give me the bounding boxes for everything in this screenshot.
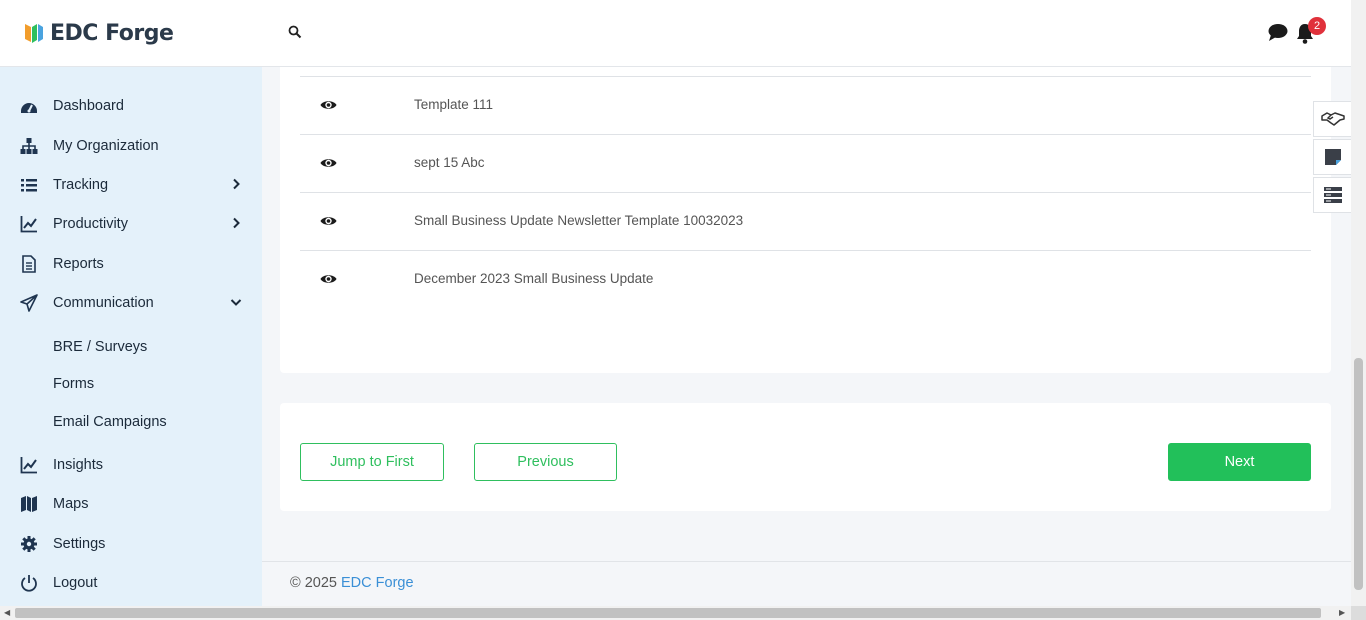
table-row: sept 15 Abc	[300, 134, 1311, 192]
pagination-card: Jump to First Previous Next	[280, 403, 1331, 511]
eye-icon[interactable]	[320, 272, 337, 286]
server-tool-button[interactable]	[1313, 177, 1351, 213]
dashboard-icon	[21, 103, 37, 113]
template-name: Template 111	[414, 97, 494, 112]
sidebar: Dashboard My Organization Tracking Produ…	[0, 67, 262, 606]
sidebar-subitem-forms[interactable]: Forms	[53, 376, 94, 392]
chevron-down-icon	[230, 299, 242, 306]
template-name: December 2023 Small Business Update	[414, 271, 654, 286]
table-row: December 2023 Small Business Update	[300, 250, 1311, 308]
sidebar-item-insights[interactable]: Insights	[20, 453, 248, 477]
sidebar-item-communication[interactable]: Communication	[20, 291, 248, 315]
sidebar-item-tracking[interactable]: Tracking	[20, 173, 248, 197]
org-chart-icon	[20, 138, 38, 154]
scroll-left-arrow-icon[interactable]: ◀	[4, 608, 10, 617]
sidebar-item-settings[interactable]: Settings	[20, 532, 248, 556]
sticky-note-icon	[1324, 149, 1341, 165]
sidebar-subitem-bre-surveys[interactable]: BRE / Surveys	[53, 339, 147, 355]
top-header: EDC Forge 2	[0, 0, 1351, 67]
eye-icon[interactable]	[320, 214, 337, 228]
sidebar-item-label: My Organization	[53, 138, 159, 154]
chevron-right-icon	[233, 217, 240, 229]
sidebar-item-my-organization[interactable]: My Organization	[20, 134, 248, 158]
sidebar-subitem-email-campaigns[interactable]: Email Campaigns	[53, 414, 167, 430]
scroll-right-arrow-icon[interactable]: ▶	[1339, 608, 1345, 617]
sidebar-item-label: Maps	[53, 496, 89, 512]
handshake-icon	[1320, 112, 1345, 126]
template-name: sept 15 Abc	[414, 155, 485, 170]
sidebar-item-label: Logout	[53, 575, 98, 591]
sidebar-item-label: Reports	[53, 256, 104, 272]
handshake-tool-button[interactable]	[1313, 101, 1351, 137]
footer-copyright: © 2025 EDC Forge	[290, 575, 414, 591]
jump-to-first-button[interactable]: Jump to First	[300, 443, 444, 481]
map-icon	[21, 496, 37, 512]
notification-badge: 2	[1308, 17, 1326, 35]
gear-icon	[21, 536, 37, 552]
sidebar-item-label: Dashboard	[53, 98, 124, 114]
logo-mark-icon	[25, 24, 43, 43]
chevron-right-icon	[233, 178, 240, 190]
eye-icon[interactable]	[320, 156, 337, 170]
vertical-scrollbar-thumb[interactable]	[1354, 358, 1363, 590]
brand-logo[interactable]: EDC Forge	[24, 20, 174, 46]
copyright-text: © 2025	[290, 575, 337, 591]
chat-icon[interactable]	[1267, 22, 1289, 42]
sidebar-item-label: Insights	[53, 457, 103, 473]
list-icon	[21, 179, 37, 192]
horizontal-scrollbar-thumb[interactable]	[15, 608, 1321, 618]
sidebar-item-logout[interactable]: Logout	[20, 571, 248, 595]
page-footer: © 2025 EDC Forge	[262, 561, 1351, 606]
sidebar-item-label: Settings	[53, 536, 106, 552]
line-chart-icon	[20, 216, 37, 233]
next-button[interactable]: Next	[1168, 443, 1311, 481]
sidebar-item-label: Productivity	[53, 216, 128, 232]
scrollbar-corner	[1351, 606, 1366, 620]
search-icon[interactable]	[288, 25, 302, 39]
sidebar-item-productivity[interactable]: Productivity	[20, 212, 248, 236]
horizontal-scrollbar[interactable]: ◀ ▶	[0, 606, 1351, 620]
sidebar-item-maps[interactable]: Maps	[20, 492, 248, 516]
brand-name: EDC Forge	[50, 20, 174, 46]
eye-icon[interactable]	[320, 98, 337, 112]
table-row: Template 111	[300, 76, 1311, 134]
table-row: Small Business Update Newsletter Templat…	[300, 192, 1311, 250]
sidebar-item-reports[interactable]: Reports	[20, 252, 248, 276]
sidebar-item-label: Tracking	[53, 177, 109, 193]
previous-button[interactable]: Previous	[474, 443, 617, 481]
sidebar-item-dashboard[interactable]: Dashboard	[20, 94, 248, 118]
power-icon	[21, 575, 37, 592]
footer-brand-link[interactable]: EDC Forge	[341, 575, 414, 591]
document-icon	[22, 255, 36, 273]
template-list-card: Template 111 sept 15 Abc Small Business …	[280, 67, 1331, 373]
server-icon	[1323, 187, 1342, 203]
paper-plane-icon	[20, 294, 38, 312]
line-chart-icon	[20, 457, 37, 474]
sticky-note-tool-button[interactable]	[1313, 139, 1351, 175]
template-name: Small Business Update Newsletter Templat…	[414, 213, 744, 228]
vertical-scrollbar[interactable]	[1351, 0, 1366, 606]
sidebar-item-label: Communication	[53, 295, 154, 311]
